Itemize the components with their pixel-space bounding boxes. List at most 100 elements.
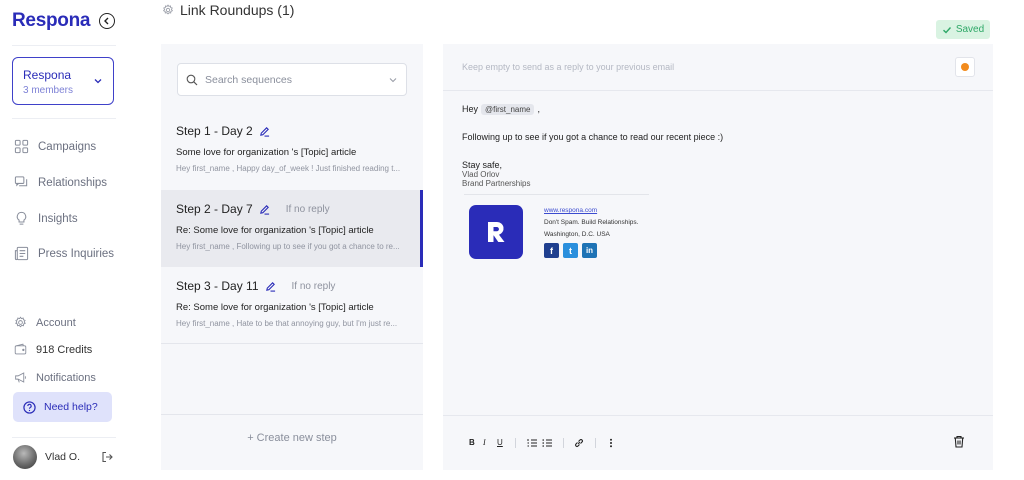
divider <box>161 343 423 344</box>
bold-button[interactable]: B <box>469 438 475 447</box>
bullet-list-button[interactable] <box>542 438 552 448</box>
more-vertical-icon <box>610 438 612 448</box>
step-subject: Re: Some love for organization 's [Topic… <box>176 302 374 313</box>
nav-press-inquiries[interactable]: Press Inquiries <box>14 246 114 261</box>
divider <box>161 414 423 415</box>
nav-campaigns-label: Campaigns <box>38 140 97 153</box>
toolbar-separator <box>595 438 596 448</box>
page-title: Link Roundups (1) <box>162 2 294 18</box>
nav-relationships-label: Relationships <box>38 176 108 189</box>
facebook-icon[interactable]: f <box>544 243 559 258</box>
step-title: Step 3 - Day 11 <box>176 279 259 293</box>
step-card-2[interactable]: Step 2 - Day 7 If no reply Re: Some love… <box>161 190 423 267</box>
workspace-members: 3 members <box>23 85 74 96</box>
divider <box>12 45 116 46</box>
signature-location: Washington, D.C. USA <box>544 231 610 238</box>
more-options-button[interactable] <box>606 438 616 448</box>
need-help-button[interactable]: Need help? <box>13 392 112 422</box>
step-card-3[interactable]: Step 3 - Day 11 If no reply Re: Some lov… <box>161 267 423 344</box>
user-profile[interactable]: Vlad O. <box>13 444 113 470</box>
nav-account-label: Account <box>36 316 76 329</box>
email-body[interactable]: Hey @first_name , Following up to see if… <box>462 102 972 188</box>
respona-logo <box>469 205 523 259</box>
edit-pencil-icon[interactable] <box>265 281 276 292</box>
create-new-step-button[interactable]: + Create new step <box>161 432 423 444</box>
greeting-comma: , <box>537 104 540 114</box>
workspace-selector[interactable]: Respona 3 members <box>12 57 114 105</box>
ordered-list-icon <box>527 439 537 447</box>
signature-name: Vlad Orlov <box>462 170 500 179</box>
chevron-left-icon <box>104 17 109 25</box>
signature-tagline: Don't Spam. Build Relationships. <box>544 219 639 226</box>
check-icon <box>942 26 951 33</box>
sequence-search[interactable] <box>177 63 407 96</box>
greeting-text: Hey <box>462 104 479 114</box>
variable-chip[interactable]: @first_name <box>481 103 535 115</box>
emoji-dot-icon <box>961 63 969 71</box>
nav-relationships[interactable]: Relationships <box>14 175 107 190</box>
question-icon <box>23 400 36 414</box>
divider <box>12 118 116 119</box>
subject-input[interactable] <box>462 62 922 72</box>
step-preview: Hey first_name , Hate to be that annoyin… <box>176 319 398 328</box>
body-paragraph: Following up to see if you got a chance … <box>462 132 724 142</box>
trash-icon[interactable] <box>953 435 965 448</box>
step-condition: If no reply <box>291 280 336 292</box>
nav-notifications-label: Notifications <box>36 371 96 384</box>
chevron-down-icon[interactable] <box>388 75 398 85</box>
chat-icon <box>14 176 28 187</box>
italic-button[interactable]: I <box>483 438 486 447</box>
social-links: f t in <box>544 243 597 258</box>
underline-button[interactable]: U <box>497 438 503 447</box>
newspaper-icon <box>14 246 29 261</box>
ordered-list-button[interactable] <box>527 438 537 448</box>
active-step-indicator <box>420 190 423 267</box>
nav-insights-label: Insights <box>38 212 78 225</box>
bullet-list-icon <box>542 439 552 447</box>
linkedin-icon[interactable]: in <box>582 243 597 258</box>
step-card-1[interactable]: Step 1 - Day 2 Some love for organizatio… <box>161 112 423 189</box>
formatting-toolbar: B I U <box>443 415 993 470</box>
toolbar-separator <box>563 438 564 448</box>
signature-info: www.respona.com Don't Spam. Build Relati… <box>544 205 638 241</box>
credits-label: 918 Credits <box>36 343 93 356</box>
twitter-icon[interactable]: t <box>563 243 578 258</box>
toolbar-separator <box>515 438 516 448</box>
brand-logo[interactable]: Respona <box>12 10 90 32</box>
divider <box>12 437 116 438</box>
grid-icon <box>14 139 29 154</box>
search-input[interactable] <box>205 73 388 86</box>
gear-icon <box>15 316 26 328</box>
respona-r-icon <box>488 221 505 242</box>
nav-campaigns[interactable]: Campaigns <box>14 139 96 154</box>
need-help-label: Need help? <box>44 401 98 413</box>
nav-press-inquiries-label: Press Inquiries <box>38 247 115 260</box>
sidebar: Respona Respona 3 members Campaigns Rela… <box>0 0 128 480</box>
user-name: Vlad O. <box>45 451 81 463</box>
workspace-name: Respona <box>23 68 72 82</box>
gear-icon[interactable] <box>162 4 174 16</box>
search-icon <box>186 74 198 85</box>
nav-insights[interactable]: Insights <box>14 211 78 226</box>
credits-indicator[interactable]: 918 Credits <box>14 343 92 356</box>
bulb-icon <box>16 211 27 225</box>
signoff-text: Stay safe, <box>462 160 503 170</box>
step-preview: Hey first_name , Following up to see if … <box>176 242 400 251</box>
step-title: Step 1 - Day 2 <box>176 124 253 138</box>
edit-pencil-icon[interactable] <box>259 126 270 137</box>
nav-account[interactable]: Account <box>14 316 76 329</box>
nav-notifications[interactable]: Notifications <box>14 371 96 384</box>
emoji-button[interactable] <box>955 57 975 77</box>
signature-website-link[interactable]: www.respona.com <box>544 205 638 217</box>
signature-role: Brand Partnerships <box>462 179 531 188</box>
avatar <box>13 445 37 469</box>
edit-pencil-icon[interactable] <box>259 204 270 215</box>
signature-divider <box>464 194 649 195</box>
step-preview: Hey first_name , Happy day_of_week ! Jus… <box>176 164 401 173</box>
saved-label: Saved <box>955 24 985 35</box>
chevron-down-icon <box>94 79 102 84</box>
logout-icon[interactable] <box>101 451 113 463</box>
insert-link-button[interactable] <box>574 438 584 448</box>
sequence-steps-panel: Step 1 - Day 2 Some love for organizatio… <box>161 44 423 470</box>
collapse-sidebar-button[interactable] <box>99 13 115 29</box>
